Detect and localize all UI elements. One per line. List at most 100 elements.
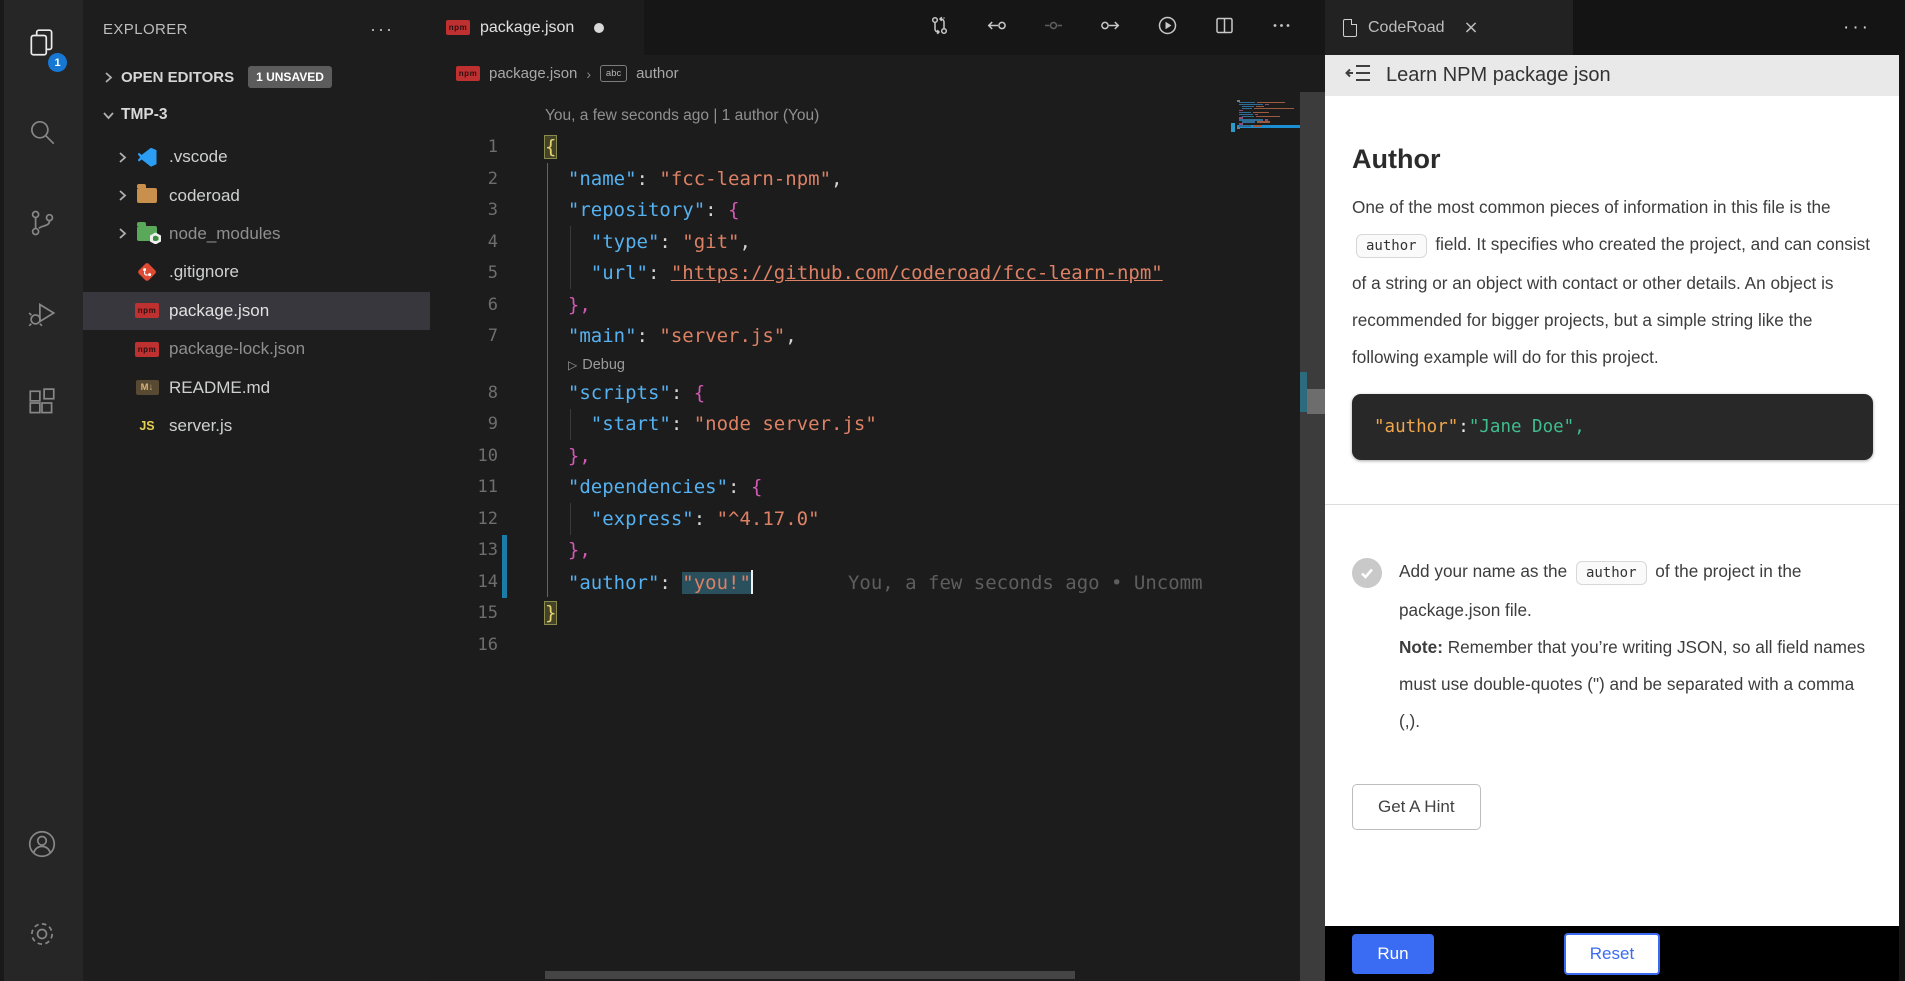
panel-bottom-bar: Run Reset (1325, 926, 1899, 981)
line-number: 12 (430, 509, 498, 529)
open-editors-label: OPEN EDITORS (121, 69, 234, 86)
run-button[interactable]: Run (1352, 934, 1434, 974)
horizontal-scrollbar[interactable] (545, 971, 1075, 979)
tree-item--gitignore[interactable]: .gitignore (83, 253, 430, 291)
tutorial-content: Author One of the most common pieces of … (1325, 144, 1899, 830)
coderoad-webview: Learn NPM package json Author One of the… (1325, 55, 1899, 926)
lesson-heading: Author (1352, 144, 1873, 175)
file-label: package.json (169, 301, 269, 321)
line-number: 9 (430, 414, 498, 434)
reset-button[interactable]: Reset (1564, 933, 1660, 975)
vscode-window: 1 (0, 0, 1905, 981)
code-line-11[interactable]: 11 "dependencies": { (430, 472, 1237, 504)
line-number: 15 (430, 603, 498, 623)
vscode-icon (135, 147, 159, 167)
sidebar-header: EXPLORER ··· (83, 0, 430, 58)
activity-source-control[interactable] (0, 180, 83, 270)
panel-tab-label: CodeRoad (1368, 19, 1445, 37)
code-line-1[interactable]: 1{ (430, 132, 1237, 164)
window-left-edge (0, 0, 4, 981)
code-line-7[interactable]: 7 "main": "server.js", (430, 321, 1237, 353)
modified-line-indicator (502, 535, 507, 567)
code-line-9[interactable]: 9 "start": "node server.js" (430, 409, 1237, 441)
text-cursor (751, 570, 753, 594)
line-number: 8 (430, 383, 498, 403)
code-line-15[interactable]: 15} (430, 598, 1237, 630)
activity-explorer[interactable]: 1 (0, 0, 83, 90)
more-actions-icon[interactable] (1271, 15, 1292, 41)
tree-item-readme-md[interactable]: M↓README.md (83, 368, 430, 406)
code-line-12[interactable]: 12 "express": "^4.17.0" (430, 503, 1237, 535)
run-script-icon[interactable] (1157, 15, 1178, 41)
next-change-icon[interactable] (1100, 15, 1121, 41)
activity-search[interactable] (0, 90, 83, 180)
breadcrumb-file[interactable]: package.json (489, 65, 577, 82)
tree-item-node-modules[interactable]: node_modules (83, 215, 430, 253)
tree-item--vscode[interactable]: .vscode (83, 138, 430, 176)
activity-account[interactable] (0, 801, 83, 891)
split-editor-icon[interactable] (1214, 15, 1235, 41)
close-icon[interactable]: × (1464, 17, 1479, 38)
git-icon (135, 262, 159, 282)
search-icon (26, 117, 58, 154)
previous-change-icon[interactable] (986, 15, 1007, 41)
account-icon (26, 828, 58, 865)
minimap-modified-tick (1231, 123, 1235, 132)
tab-coderoad[interactable]: CodeRoad × (1325, 0, 1573, 55)
ellipsis-icon[interactable]: ··· (1843, 17, 1899, 39)
vertical-scrollbar-slider[interactable] (1307, 389, 1325, 414)
file-tree: .vscodecoderoadnode_modules.gitignorenpm… (83, 134, 430, 445)
code-line-16[interactable]: 16 (430, 629, 1237, 661)
breadcrumb-symbol[interactable]: author (636, 65, 679, 82)
tree-item-coderoad[interactable]: coderoad (83, 176, 430, 214)
code-line-4[interactable]: 4 "type": "git", (430, 226, 1237, 258)
code-line-14[interactable]: 14 "author": "you!"You, a few seconds ag… (430, 566, 1237, 598)
line-number: 11 (430, 477, 498, 497)
menu-fold-icon[interactable] (1345, 61, 1372, 90)
overview-ruler-decoration (1300, 372, 1307, 412)
code-line-3[interactable]: 3 "repository": { (430, 195, 1237, 227)
npm-icon: npm (446, 20, 470, 35)
code-line-5[interactable]: 5 "url": "https://github.com/coderoad/fc… (430, 258, 1237, 290)
javascript-icon: JS (135, 416, 159, 436)
extensions-icon (26, 387, 58, 424)
vertical-scrollbar[interactable] (1300, 92, 1325, 981)
editor-group: npm package.json npm package.json › abc … (430, 0, 1325, 981)
inline-code-chip: author (1576, 561, 1647, 585)
coderoad-panel: CodeRoad × ··· Learn NPM package json Au… (1325, 0, 1899, 981)
markdown-icon: M↓ (135, 378, 159, 398)
codelens-debug[interactable]: ▷Debug (430, 352, 1237, 377)
tree-item-package-lock-json[interactable]: npmpackage-lock.json (83, 330, 430, 368)
tutorial-title: Learn NPM package json (1386, 64, 1611, 87)
tree-item-package-json[interactable]: npmpackage.json (83, 292, 430, 330)
code-line-2[interactable]: 2 "name": "fcc-learn-npm", (430, 163, 1237, 195)
open-editors-section[interactable]: OPEN EDITORS 1 UNSAVED (83, 58, 430, 96)
editor-toolbar (929, 15, 1325, 41)
settings-gear-icon (26, 918, 58, 955)
unsaved-dot-icon[interactable] (594, 23, 604, 33)
lesson-paragraph: One of the most common pieces of informa… (1352, 189, 1873, 376)
activity-settings[interactable] (0, 891, 83, 981)
divider (1325, 504, 1899, 505)
get-a-hint-button[interactable]: Get A Hint (1352, 784, 1481, 830)
code-line-13[interactable]: 13 }, (430, 535, 1237, 567)
code-line-8[interactable]: 8 "scripts": { (430, 377, 1237, 409)
ellipsis-icon[interactable]: ··· (370, 19, 410, 40)
activity-run-debug[interactable] (0, 270, 83, 360)
chevron-right-icon (95, 71, 121, 84)
code-line-6[interactable]: 6 }, (430, 289, 1237, 321)
activity-bar-bottom (0, 801, 83, 981)
code-line-10[interactable]: 10 }, (430, 440, 1237, 472)
activity-extensions[interactable] (0, 360, 83, 450)
file-label: coderoad (169, 186, 240, 206)
tree-item-server-js[interactable]: JSserver.js (83, 407, 430, 445)
minimap[interactable] (1237, 100, 1300, 129)
compare-changes-icon[interactable] (929, 15, 950, 41)
line-number: 7 (430, 326, 498, 346)
code-editor[interactable]: You, a few seconds ago | 1 author (You)1… (430, 92, 1237, 952)
line-number: 3 (430, 200, 498, 220)
tab-package-json[interactable]: npm package.json (430, 0, 644, 55)
chevron-right-icon: › (586, 66, 591, 82)
inline-code-chip: author (1356, 234, 1427, 258)
workspace-root[interactable]: TMP-3 (83, 96, 430, 134)
